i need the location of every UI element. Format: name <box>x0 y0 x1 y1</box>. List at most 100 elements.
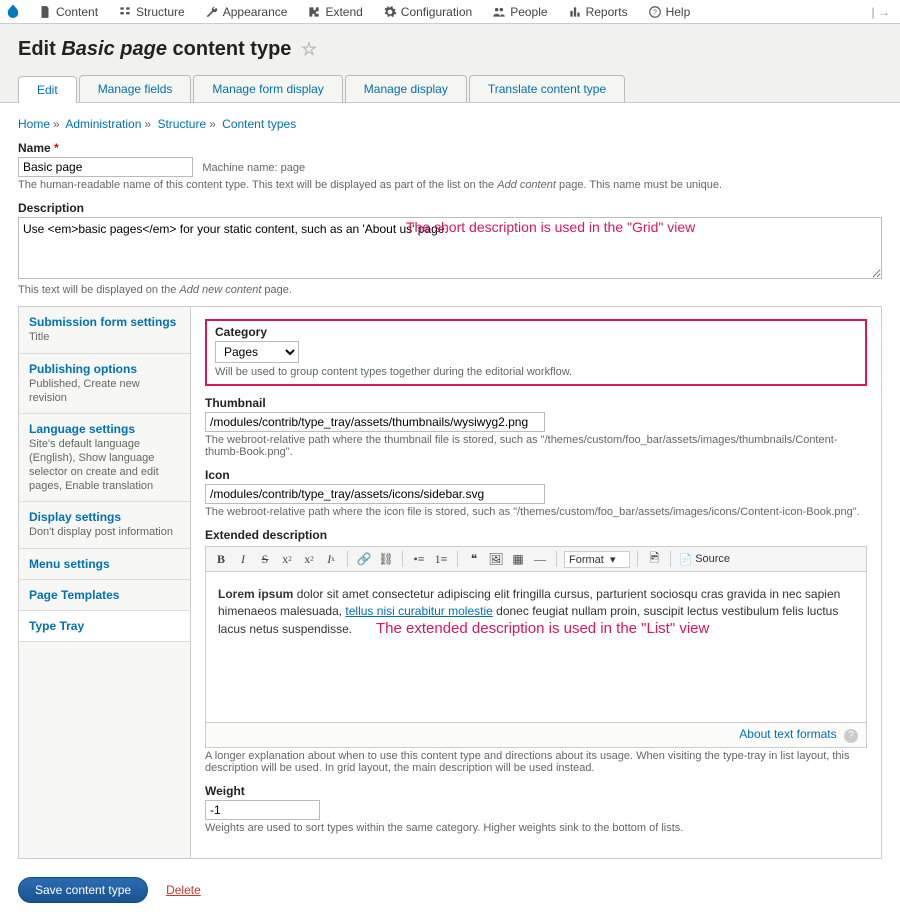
people-icon <box>492 5 506 19</box>
wysiwyg-body[interactable]: Lorem ipsum dolor sit amet consectetur a… <box>206 572 866 722</box>
toolbar-label: Content <box>56 5 98 19</box>
wysiwyg-toolbar: B I S x2 x2 Ix 🔗 ⛓ •≡ 1≡ ❝ � <box>206 547 866 572</box>
breadcrumb-link[interactable]: Content types <box>222 117 296 131</box>
tab-edit[interactable]: Edit <box>18 76 77 103</box>
vtab-page-templates[interactable]: Page Templates <box>19 580 190 611</box>
description-label: Description <box>18 201 882 215</box>
toolbar-orientation-toggle-icon[interactable]: | → <box>866 5 896 19</box>
machine-name: Machine name: page <box>202 162 305 174</box>
vertical-tabs-menu: Submission form settings Title Publishin… <box>19 307 191 858</box>
category-highlight-box: Category Pages Will be used to group con… <box>205 319 867 386</box>
thumbnail-input[interactable] <box>205 412 545 432</box>
table-icon[interactable]: ▦ <box>509 550 527 568</box>
source-icon: 📄 <box>678 553 692 566</box>
breadcrumb-link[interactable]: Administration <box>65 117 141 131</box>
tab-translate-content-type[interactable]: Translate content type <box>469 75 625 102</box>
thumbnail-field-wrapper: Thumbnail The webroot-relative path wher… <box>205 396 867 458</box>
svg-text:?: ? <box>653 9 657 16</box>
remove-format-icon[interactable]: Ix <box>322 550 340 568</box>
wysiwyg-sample-link[interactable]: tellus nisi curabitur molestie <box>345 604 492 618</box>
delete-link[interactable]: Delete <box>166 883 201 897</box>
weight-label: Weight <box>205 784 867 798</box>
toolbar-item-people[interactable]: People <box>482 0 557 24</box>
weight-field-wrapper: Weight Weights are used to sort types wi… <box>205 784 867 834</box>
puzzle-icon <box>307 5 321 19</box>
toolbar-item-help[interactable]: ? Help <box>638 0 701 24</box>
name-input[interactable] <box>18 157 193 177</box>
annotation-extended-description: The extended description is used in the … <box>376 618 709 640</box>
bullet-list-icon[interactable]: •≡ <box>410 550 428 568</box>
italic-icon[interactable]: I <box>234 550 252 568</box>
extended-description-wrapper: Extended description B I S x2 x2 Ix 🔗 ⛓ … <box>205 528 867 774</box>
form-actions: Save content type Delete <box>18 877 882 903</box>
save-button[interactable]: Save content type <box>18 877 148 903</box>
drupal-logo-icon[interactable] <box>4 3 22 21</box>
subscript-icon[interactable]: x2 <box>300 550 318 568</box>
toolbar-item-configuration[interactable]: Configuration <box>373 0 482 24</box>
image-icon[interactable]: 🖼 <box>487 550 505 568</box>
vtab-submission-form-settings[interactable]: Submission form settings Title <box>19 307 190 354</box>
hr-icon[interactable]: — <box>531 550 549 568</box>
page-title: Edit Basic page content type ☆ <box>18 38 882 61</box>
toolbar-item-reports[interactable]: Reports <box>558 0 638 24</box>
toolbar-label: Configuration <box>401 5 472 19</box>
breadcrumb-link[interactable]: Home <box>18 117 50 131</box>
category-select[interactable]: Pages <box>215 341 299 363</box>
toolbar-item-structure[interactable]: Structure <box>108 0 195 24</box>
name-description: The human-readable name of this content … <box>18 179 882 191</box>
toolbar-label: Extend <box>325 5 362 19</box>
toolbar-item-extend[interactable]: Extend <box>297 0 372 24</box>
number-list-icon[interactable]: 1≡ <box>432 550 450 568</box>
toolbar-label: Structure <box>136 5 185 19</box>
primary-tabs: Edit Manage fields Manage form display M… <box>18 75 882 102</box>
icon-input[interactable] <box>205 484 545 504</box>
tab-manage-display[interactable]: Manage display <box>345 75 467 102</box>
vtab-type-tray[interactable]: Type Tray <box>19 611 190 642</box>
help-icon: ? <box>648 5 662 19</box>
wysiwyg-editor: B I S x2 x2 Ix 🔗 ⛓ •≡ 1≡ ❝ � <box>205 546 867 748</box>
weight-description: Weights are used to sort types within th… <box>205 822 867 834</box>
thumbnail-description: The webroot-relative path where the thum… <box>205 434 867 458</box>
link-icon[interactable]: 🔗 <box>355 550 373 568</box>
icon-field-wrapper: Icon The webroot-relative path where the… <box>205 468 867 518</box>
vtab-language-settings[interactable]: Language settings Site's default languag… <box>19 414 190 502</box>
vertical-tabs-panel: Category Pages Will be used to group con… <box>191 307 881 858</box>
name-field-wrapper: Name * Machine name: page The human-read… <box>18 141 882 191</box>
vtab-display-settings[interactable]: Display settings Don't display post info… <box>19 502 190 549</box>
gear-icon <box>383 5 397 19</box>
bold-icon[interactable]: B <box>212 550 230 568</box>
toolbar-item-appearance[interactable]: Appearance <box>195 0 298 24</box>
about-text-formats-link[interactable]: About text formats <box>739 727 836 741</box>
unlink-icon[interactable]: ⛓ <box>377 550 395 568</box>
toolbar-label: Help <box>666 5 691 19</box>
description-field-wrapper: Description Use <em>basic pages</em> for… <box>18 201 882 296</box>
description-textarea[interactable]: Use <em>basic pages</em> for your static… <box>18 217 882 279</box>
tab-manage-form-display[interactable]: Manage form display <box>193 75 342 102</box>
vtab-publishing-options[interactable]: Publishing options Published, Create new… <box>19 354 190 415</box>
strike-icon[interactable]: S <box>256 550 274 568</box>
breadcrumb: Home» Administration» Structure» Content… <box>18 113 882 141</box>
reports-icon <box>568 5 582 19</box>
vtab-menu-settings[interactable]: Menu settings <box>19 549 190 580</box>
category-description: Will be used to group content types toge… <box>215 366 857 378</box>
toolbar-label: Appearance <box>223 5 288 19</box>
source-button[interactable]: 📄 Source <box>678 553 730 566</box>
star-icon[interactable]: ☆ <box>301 39 317 59</box>
weight-input[interactable] <box>205 800 320 820</box>
toolbar-label: Reports <box>586 5 628 19</box>
breadcrumb-link[interactable]: Structure <box>157 117 206 131</box>
superscript-icon[interactable]: x2 <box>278 550 296 568</box>
extended-description-help: A longer explanation about when to use t… <box>205 750 867 774</box>
extended-description-label: Extended description <box>205 528 867 542</box>
tab-manage-fields[interactable]: Manage fields <box>79 75 192 102</box>
help-icon[interactable]: ? <box>844 729 858 743</box>
blockquote-icon[interactable]: ❝ <box>465 550 483 568</box>
vertical-tabs: Submission form settings Title Publishin… <box>18 306 882 859</box>
admin-toolbar: Content Structure Appearance Extend Conf… <box>0 0 900 24</box>
format-dropdown[interactable]: Format ▾ <box>564 551 630 568</box>
icon-label: Icon <box>205 468 867 482</box>
text-format-footer: About text formats ? <box>206 722 866 747</box>
media-icon[interactable]: 🖻 <box>645 550 663 568</box>
toolbar-label: People <box>510 5 547 19</box>
toolbar-item-content[interactable]: Content <box>28 0 108 24</box>
